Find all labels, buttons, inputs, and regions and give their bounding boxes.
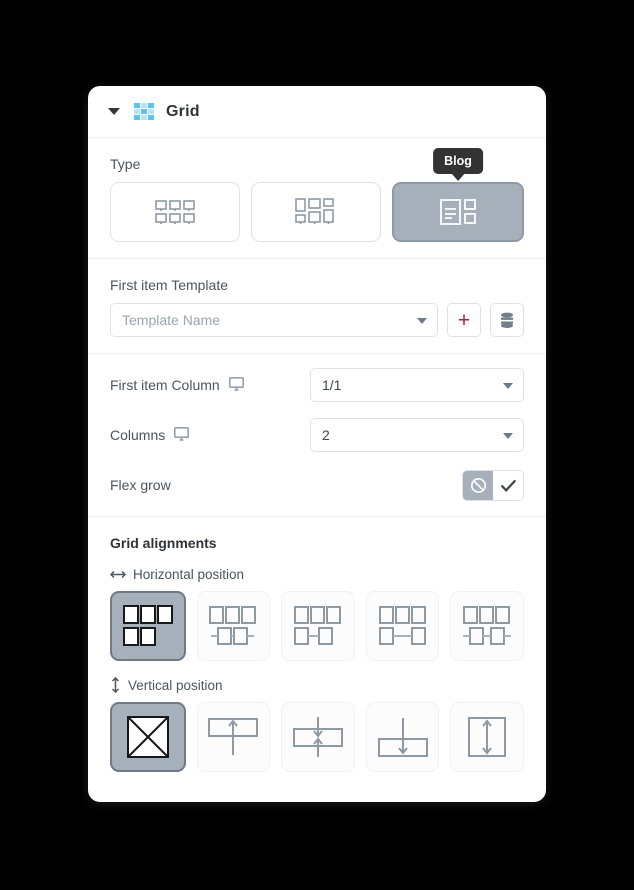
- first-item-column-row: First item Column 1/1: [110, 360, 524, 410]
- arrows-vertical-icon: [110, 677, 121, 693]
- type-option-uniform-grid[interactable]: [110, 182, 240, 242]
- flex-grow-toggle[interactable]: [462, 469, 524, 501]
- v-align-stretch-button[interactable]: [450, 702, 524, 772]
- v-align-stretch-icon: [464, 715, 510, 759]
- first-item-template-label: First item Template: [110, 277, 228, 293]
- first-item-column-value: 1/1: [322, 377, 342, 393]
- v-align-top-icon: [205, 715, 261, 759]
- v-align-none-icon: [125, 715, 171, 759]
- horizontal-position-options: [110, 591, 524, 661]
- type-option-masonry-grid[interactable]: [251, 182, 381, 242]
- v-align-bottom-button[interactable]: [365, 702, 440, 772]
- v-align-top-button[interactable]: [196, 702, 271, 772]
- h-align-end-button[interactable]: [281, 591, 355, 661]
- grid-settings-panel: Grid Type Blog First item Template Templ…: [88, 86, 546, 802]
- desktop-monitor-icon: [228, 376, 244, 394]
- uniform-grid-icon: [155, 199, 195, 225]
- type-section: Type Blog: [88, 138, 546, 259]
- columns-select[interactable]: 2: [310, 418, 524, 452]
- masonry-grid-icon: [295, 198, 337, 226]
- type-tooltip: Blog: [433, 148, 483, 181]
- h-align-start-icon: [207, 604, 259, 648]
- flex-grow-control: [310, 469, 524, 501]
- h-align-end-icon: [292, 604, 344, 648]
- v-align-center-icon: [290, 715, 346, 759]
- arrows-horizontal-icon: [110, 569, 126, 580]
- ban-circle-icon: [470, 477, 487, 494]
- v-align-bottom-icon: [375, 715, 431, 759]
- v-align-none-button[interactable]: [110, 702, 186, 772]
- panel-header: Grid: [88, 86, 546, 138]
- first-item-column-text: First item Column: [110, 377, 220, 393]
- flex-grow-row: Flex grow: [110, 460, 524, 510]
- chevron-down-icon[interactable]: [108, 108, 120, 115]
- vertical-position-label: Vertical position: [110, 677, 524, 693]
- layout-section: First item Column 1/1 Columns 2 Flex gro…: [88, 354, 546, 517]
- flex-grow-off-option[interactable]: [463, 470, 493, 500]
- horizontal-position-label: Horizontal position: [110, 567, 524, 582]
- h-align-start-button[interactable]: [196, 591, 271, 661]
- h-align-none-button[interactable]: [110, 591, 186, 661]
- flex-grow-label: Flex grow: [110, 477, 310, 493]
- first-item-column-label: First item Column: [110, 376, 310, 394]
- first-item-column-control: 1/1: [310, 368, 524, 402]
- type-option-blog-grid[interactable]: Blog: [392, 148, 524, 242]
- chevron-down-icon: [503, 383, 513, 389]
- columns-label: Columns: [110, 426, 310, 444]
- v-align-center-button[interactable]: [281, 702, 355, 772]
- check-icon: [500, 478, 517, 493]
- vertical-position-options: [110, 702, 524, 772]
- columns-row: Columns 2: [110, 410, 524, 460]
- chevron-down-icon: [417, 318, 427, 324]
- type-option-row: Blog: [110, 148, 524, 242]
- add-template-button[interactable]: +: [447, 303, 481, 337]
- grid-alignments-title: Grid alignments: [110, 535, 217, 551]
- flex-grow-text: Flex grow: [110, 477, 171, 493]
- template-library-button[interactable]: [490, 303, 524, 337]
- h-align-space-between-icon: [377, 604, 429, 648]
- h-align-none-icon: [122, 604, 174, 648]
- vertical-position-text: Vertical position: [128, 677, 223, 693]
- grid-alignments-section: Grid alignments Horizontal position Vert…: [88, 517, 546, 804]
- columns-control: 2: [310, 418, 524, 452]
- plus-icon: +: [457, 308, 471, 332]
- h-align-space-around-button[interactable]: [450, 591, 524, 661]
- grid-icon: [134, 103, 154, 120]
- blog-layout-icon: [440, 197, 476, 227]
- desktop-monitor-icon: [174, 426, 190, 444]
- h-align-space-between-button[interactable]: [365, 591, 440, 661]
- flex-grow-on-option[interactable]: [493, 470, 523, 500]
- horizontal-position-text: Horizontal position: [133, 567, 245, 582]
- page-title: Grid: [166, 102, 200, 120]
- template-select-value: Template Name: [122, 312, 221, 328]
- columns-text: Columns: [110, 427, 166, 443]
- columns-value: 2: [322, 427, 330, 443]
- chevron-down-icon: [503, 433, 513, 439]
- template-section: First item Template Template Name +: [88, 259, 546, 354]
- database-stack-icon: [500, 312, 514, 329]
- first-item-column-select[interactable]: 1/1: [310, 368, 524, 402]
- h-align-space-around-icon: [461, 604, 513, 648]
- template-controls: Template Name +: [110, 303, 524, 337]
- template-select[interactable]: Template Name: [110, 303, 438, 337]
